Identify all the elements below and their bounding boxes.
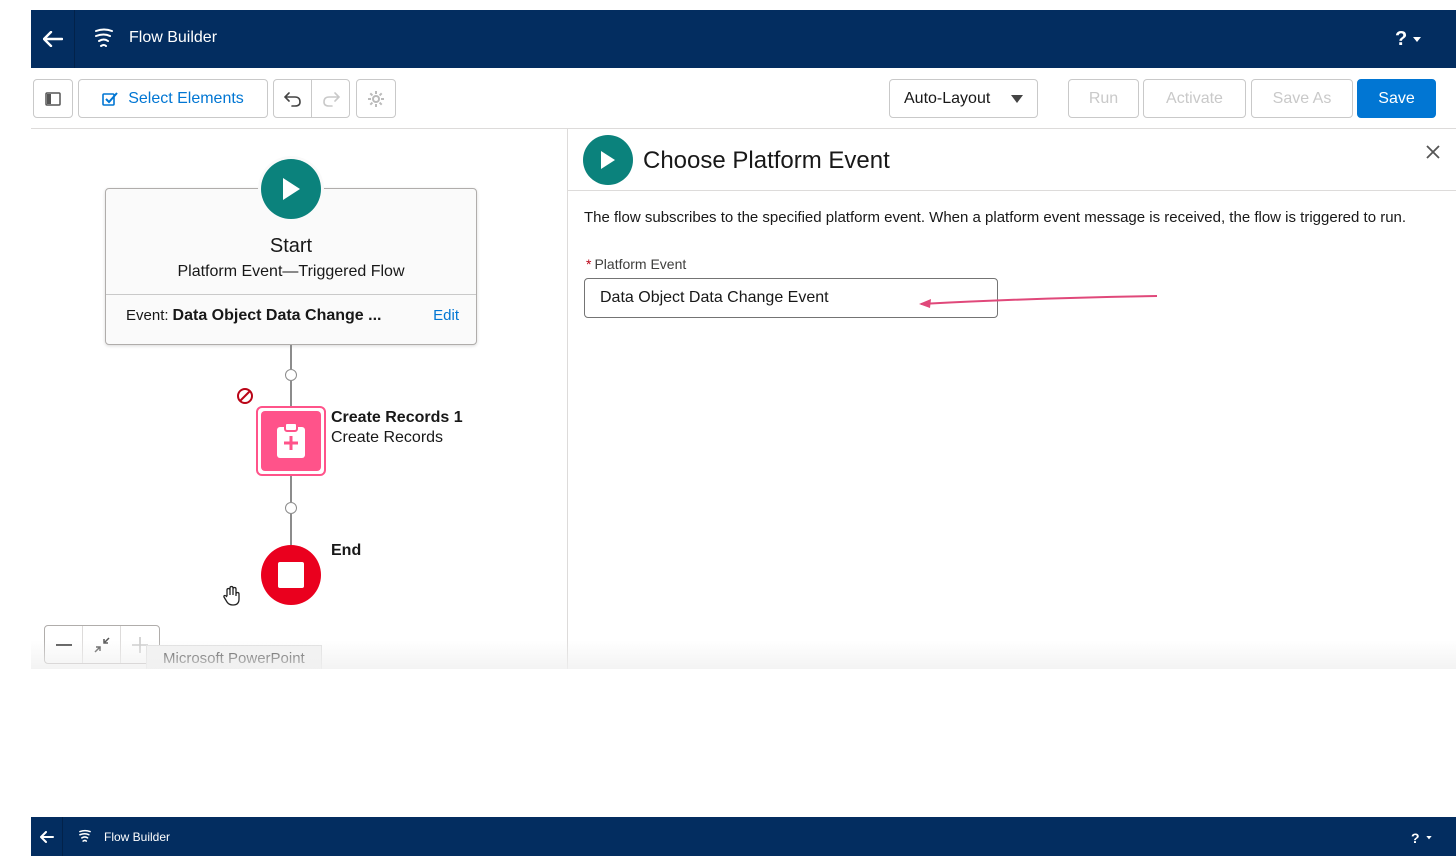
blocked-icon — [235, 386, 255, 406]
contract-icon — [93, 636, 110, 653]
end-element[interactable] — [261, 545, 321, 605]
start-subtitle: Platform Event—Triggered Flow — [177, 263, 405, 280]
event-value: Data Object Data Change ... — [172, 307, 382, 324]
save-as-button[interactable]: Save As — [1251, 79, 1353, 118]
run-button[interactable]: Run — [1068, 79, 1139, 118]
connector-line — [290, 381, 292, 407]
chevron-down-icon — [1425, 836, 1432, 840]
arrow-left-icon — [39, 830, 54, 843]
create-records-type: Create Records — [331, 429, 444, 446]
help-icon: ? — [1411, 830, 1420, 846]
redo-icon — [322, 91, 340, 107]
toolbar: Select Elements Auto-Layout Run Activate… — [31, 68, 1456, 129]
panel-header: Choose Platform Event — [568, 129, 1456, 191]
panel-start-icon — [583, 135, 633, 185]
undo-button[interactable] — [273, 79, 312, 118]
start-icon[interactable] — [261, 159, 321, 219]
panel-toggle-icon — [45, 91, 61, 106]
play-icon — [283, 178, 300, 200]
panel-title: Choose Platform Event — [643, 147, 890, 174]
app-header-secondary: Flow Builder ? — [31, 817, 1456, 856]
zoom-controls — [44, 625, 160, 664]
platform-event-value: Data Object Data Change Event — [600, 289, 829, 306]
redo-button[interactable] — [311, 79, 350, 118]
help-menu[interactable]: ? — [1411, 830, 1432, 846]
layout-select-value: Auto-Layout — [904, 89, 991, 107]
zoom-out-button[interactable] — [45, 626, 83, 663]
create-records-name: Create Records 1 — [331, 409, 463, 426]
property-panel: Choose Platform Event The flow subscribe… — [567, 129, 1456, 669]
app-title: Flow Builder — [129, 29, 218, 46]
annotation-arrow — [919, 295, 1158, 308]
layout-select[interactable]: Auto-Layout — [889, 79, 1038, 118]
connector-dot[interactable] — [285, 502, 297, 514]
panel-description: The flow subscribes to the specified pla… — [584, 209, 1407, 226]
hand-cursor-icon — [221, 585, 243, 612]
back-button[interactable] — [31, 10, 75, 68]
app-title: Flow Builder — [104, 830, 171, 844]
arrow-left-icon — [42, 31, 63, 47]
chevron-down-icon — [1413, 36, 1422, 42]
save-button[interactable]: Save — [1357, 79, 1436, 118]
activate-button[interactable]: Activate — [1143, 79, 1246, 118]
undo-icon — [283, 91, 301, 107]
close-button[interactable] — [1426, 145, 1440, 164]
help-icon: ? — [1395, 28, 1408, 50]
start-title: Start — [269, 235, 313, 257]
close-icon — [1426, 145, 1440, 159]
start-event-row: Event: Data Object Data Change ... — [126, 307, 381, 325]
app-header: Flow Builder ? — [31, 10, 1456, 68]
connector-line — [290, 514, 292, 545]
back-button[interactable] — [31, 817, 63, 856]
stop-icon — [278, 562, 304, 588]
app-tooltip: Microsoft PowerPoint — [146, 645, 322, 669]
checkbox-icon — [102, 91, 118, 106]
minus-icon — [55, 643, 72, 646]
select-elements-button[interactable]: Select Elements — [78, 79, 268, 118]
end-label: End — [331, 542, 362, 559]
connector-dot[interactable] — [285, 369, 297, 381]
dropdown-arrow-icon — [1011, 94, 1023, 103]
fit-view-button[interactable] — [83, 626, 121, 663]
connector-line — [290, 345, 292, 369]
platform-event-label-text: Platform Event — [594, 256, 687, 272]
create-records-icon — [261, 411, 321, 471]
platform-event-label: * Platform Event — [586, 256, 686, 272]
play-icon — [601, 151, 615, 169]
required-marker: * — [586, 256, 592, 272]
connector-line — [290, 476, 292, 502]
settings-button[interactable] — [356, 79, 396, 118]
event-label: Event: — [126, 307, 169, 324]
flow-canvas[interactable]: Start Platform Event—Triggered Flow Even… — [31, 129, 567, 669]
flow-logo-icon — [78, 829, 92, 843]
start-divider — [106, 294, 476, 295]
edit-event-link[interactable]: Edit — [433, 307, 459, 324]
gear-icon — [368, 90, 384, 107]
select-elements-label: Select Elements — [128, 89, 244, 107]
toggle-panel-button[interactable] — [33, 79, 73, 118]
help-menu[interactable]: ? — [1395, 28, 1422, 51]
flow-logo-icon — [93, 27, 115, 49]
create-records-element[interactable] — [256, 406, 326, 476]
